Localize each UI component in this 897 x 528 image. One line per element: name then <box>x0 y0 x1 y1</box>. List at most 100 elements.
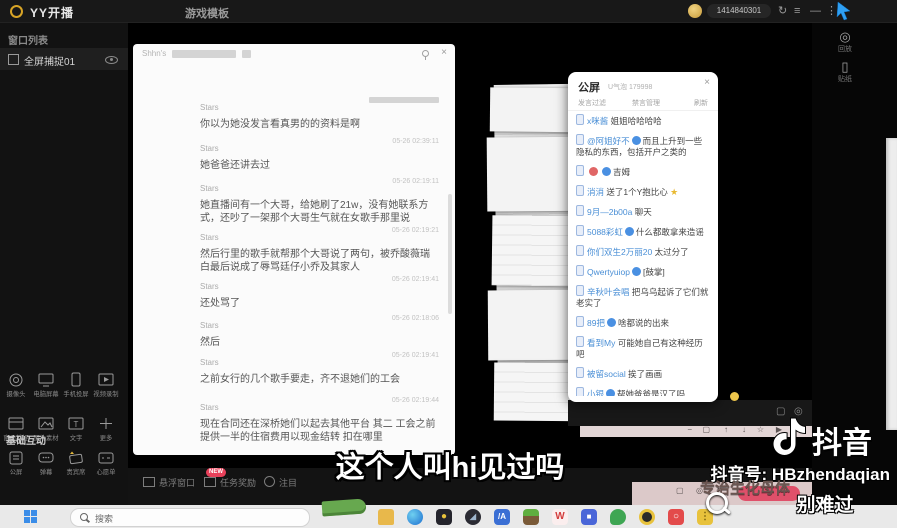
level-badge-icon <box>576 367 584 378</box>
tab-refresh[interactable]: 刷新 <box>694 98 708 108</box>
image-icon <box>37 416 55 432</box>
app-icon-dark-circle[interactable]: ◢ <box>465 509 481 525</box>
tool-text[interactable]: T 文字 <box>60 416 92 443</box>
window-icon: ▢ <box>702 425 710 434</box>
close-icon[interactable]: × <box>704 77 710 88</box>
public-message: 你们双生2万丽20 太过分了 <box>576 245 710 258</box>
blue-emoji <box>606 389 615 396</box>
public-message: 看到My 可能她自己有这种经历吧 <box>576 336 710 360</box>
caption-secondary: 别难过 <box>760 490 890 517</box>
level-badge-icon <box>576 316 584 327</box>
taskbar-search[interactable]: 搜索 <box>70 508 310 527</box>
start-button[interactable] <box>24 510 37 523</box>
level-badge-icon <box>576 134 584 145</box>
level-badge-icon <box>576 387 584 396</box>
tool-wishlist[interactable]: 心愿单 <box>90 450 122 477</box>
user-avatar[interactable] <box>688 4 702 18</box>
dino-sticker <box>322 498 367 516</box>
edge-browser-icon[interactable] <box>407 509 423 525</box>
chat-message: Stars 05-26 02:19:41 之前女行的几个歌手要走，齐不退她们的工… <box>200 352 439 386</box>
app-icon-blue[interactable]: ■ <box>581 509 597 525</box>
arrow-up-icon: ↑ <box>724 425 728 434</box>
tool-video[interactable]: 视频录制 <box>90 372 122 399</box>
public-message: 5088彩虹什么都敢拿来造谣 <box>576 225 710 238</box>
tab-game-template[interactable]: 游戏模板 <box>185 5 229 21</box>
blue-emoji <box>602 167 611 176</box>
menu-icon[interactable]: ≡ <box>794 3 800 19</box>
level-badge-icon <box>576 225 584 236</box>
public-message: 小银帮她爸爸是汉了吗 <box>576 387 710 396</box>
play-video-icon <box>97 372 115 388</box>
tool-vip-seat[interactable]: 贵宾席 <box>60 450 92 477</box>
chat-message: Stars 你以为她没发言看真男的的资料是啊 <box>200 97 439 131</box>
user-id-badge[interactable]: 1414840301 <box>707 4 771 18</box>
plus-icon <box>97 416 115 432</box>
app-icon-minecraft[interactable] <box>523 509 539 525</box>
tool-camera[interactable]: 摄像头 <box>0 372 32 399</box>
folder-icon[interactable] <box>378 509 394 525</box>
chat-message: Stars 05-26 02:18:06 然后 <box>200 315 439 349</box>
public-message: 9月—2b00a 聊天 <box>576 205 710 218</box>
titlebar: YY开播 游戏模板 1414840301 ↻ ≡ — ⋮ <box>0 0 897 23</box>
mouse-cursor <box>836 1 854 21</box>
search-icon <box>80 513 88 521</box>
refresh-icon[interactable]: ↻ <box>778 3 787 19</box>
close-icon[interactable]: × <box>441 47 447 58</box>
pin-icon[interactable] <box>422 50 429 57</box>
capture-icon <box>8 54 19 65</box>
rail-sticker-button[interactable]: ▯ 贴纸 <box>828 60 862 84</box>
scroll-to-bottom-badge[interactable] <box>730 392 739 401</box>
level-badge-icon <box>576 205 584 216</box>
tool-public-screen[interactable]: 公屏 <box>0 450 32 477</box>
app-icon-dark-square[interactable]: ● <box>436 509 452 525</box>
tool-phone-mirror[interactable]: 手机投屏 <box>60 372 92 399</box>
public-message: 被留social 挨了画画 <box>576 367 710 380</box>
rail-replay-button[interactable]: ◎ 回放 <box>828 30 862 54</box>
tool-screen[interactable]: 电脑屏幕 <box>30 372 62 399</box>
visibility-eye-icon[interactable] <box>105 56 118 64</box>
blue-emoji <box>625 227 634 236</box>
sidebar: 窗口列表 全屏捕捉01 摄像头 电脑屏幕 手机投屏 视频录制 窗口捕捉 <box>0 22 128 505</box>
level-badge-icon <box>576 265 584 276</box>
public-screen-panel[interactable]: 公屏 U气泡 179998 × 发言过滤 禁言管理 刷新 x咪酱 姐姐哈哈哈哈 … <box>568 72 718 402</box>
clipped-window-edge <box>886 138 897 430</box>
blue-emoji <box>632 136 641 145</box>
scrollbar[interactable] <box>448 194 452 314</box>
arrow-down-icon: ↓ <box>742 425 746 434</box>
tool-more[interactable]: 更多 <box>90 416 122 443</box>
redacted-title <box>172 50 236 58</box>
chat-message: Stars 05-26 02:39:11 她爸爸还讲去过 <box>200 138 439 172</box>
app-icon-red-w[interactable]: W <box>552 509 568 525</box>
phone-icon <box>67 372 85 388</box>
public-message: 吉姆 <box>576 165 710 178</box>
redacted-title <box>242 50 251 58</box>
chat-message: Stars 05-26 02:19:41 还处骂了 <box>200 276 439 310</box>
chat-window-title: Shhn's <box>142 49 251 58</box>
chat-history-window[interactable]: Shhn's × Stars 你以为她没发言看真男的的资料是啊 Stars 05… <box>133 44 455 455</box>
app-icon-camera-yellow[interactable] <box>639 509 655 525</box>
app-icon-green-leaf[interactable] <box>610 509 626 525</box>
douyin-account-id: 抖音号: HBzhendaqian <box>440 460 890 485</box>
text-icon: T <box>67 416 85 432</box>
crown-screen-icon <box>66 450 86 466</box>
broadcast-stage: Shhn's × Stars 你以为她没发言看真男的的资料是啊 Stars 05… <box>128 22 812 468</box>
public-screen-messages[interactable]: x咪酱 姐姐哈哈哈哈 @阿姐好不而且上升到一些隐私的东西，包括开户之类的 吉姆 … <box>576 114 710 396</box>
sticker-icon: ▯ <box>828 60 862 74</box>
search-magnifier-glyph <box>706 492 728 514</box>
app-icon-blue-slash[interactable]: /A <box>494 509 510 525</box>
minimize-icon[interactable]: — <box>810 3 821 19</box>
app-icon-red-square[interactable]: ○ <box>668 509 684 525</box>
capture-source-item[interactable]: 全屏捕捉01 <box>0 48 128 70</box>
trophy-icon: ★ <box>670 187 678 197</box>
level-badge-icon <box>576 114 584 125</box>
list-panel-icon <box>7 450 25 466</box>
redacted-timestamp <box>369 97 439 103</box>
public-message: x咪酱 姐姐哈哈哈哈 <box>576 114 710 127</box>
level-badge-icon <box>576 336 584 347</box>
public-screen-tabs: 发言过滤 禁言管理 刷新 <box>568 96 718 111</box>
tab-mute-manage[interactable]: 禁言管理 <box>632 98 660 108</box>
tool-danmaku[interactable]: 弹幕 <box>30 450 62 477</box>
star-icon: ☆ <box>757 425 764 434</box>
window-icon <box>7 416 25 432</box>
tab-filter[interactable]: 发言过滤 <box>578 98 606 108</box>
